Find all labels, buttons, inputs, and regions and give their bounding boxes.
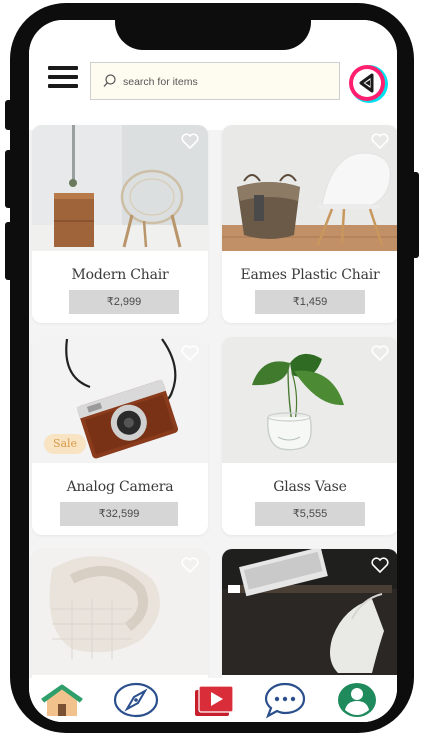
phone-notch (115, 20, 311, 50)
search-icon (103, 74, 116, 87)
product-price: ₹2,999 (69, 290, 179, 314)
product-card[interactable]: Sale Analog Camera ₹32,599 (32, 337, 208, 535)
mute-switch (5, 100, 13, 130)
profile-icon[interactable] (334, 680, 380, 720)
app-logo-icon[interactable] (348, 63, 390, 105)
heart-icon[interactable] (181, 345, 199, 361)
heart-icon[interactable] (181, 557, 199, 573)
heart-icon[interactable] (371, 345, 389, 361)
product-price: ₹32,599 (60, 502, 178, 526)
product-image (222, 337, 397, 463)
video-library-icon[interactable] (191, 680, 237, 720)
compass-icon[interactable] (113, 680, 159, 720)
power-button (411, 172, 419, 258)
product-name: Glass Vase (273, 479, 347, 495)
product-card[interactable]: Modern Chair ₹2,999 (32, 125, 208, 323)
product-image (32, 125, 208, 251)
product-price: ₹1,459 (255, 290, 365, 314)
app-screen: Modern Chair ₹2,999 (29, 20, 397, 722)
heart-icon[interactable] (371, 133, 389, 149)
search-input[interactable] (121, 70, 335, 94)
home-icon[interactable] (39, 680, 85, 720)
hamburger-menu-icon[interactable] (48, 66, 78, 92)
product-name: Analog Camera (66, 479, 174, 495)
product-card[interactable]: Glass Vase ₹5,555 (222, 337, 397, 535)
product-image (222, 125, 397, 251)
product-price: ₹5,555 (255, 502, 365, 526)
bottom-tab-bar (29, 678, 397, 722)
product-image: Sale (32, 337, 208, 463)
chat-icon[interactable] (262, 680, 308, 720)
heart-icon[interactable] (371, 557, 389, 573)
product-image (32, 549, 208, 675)
volume-down-button (5, 222, 13, 280)
heart-icon[interactable] (181, 133, 199, 149)
product-name: Modern Chair (71, 267, 169, 283)
product-card[interactable]: Eames Plastic Chair ₹1,459 (222, 125, 397, 323)
sale-badge: Sale (44, 434, 86, 454)
volume-up-button (5, 150, 13, 208)
product-image (222, 549, 397, 675)
product-name: Eames Plastic Chair (240, 267, 380, 283)
search-bar[interactable] (90, 62, 340, 100)
